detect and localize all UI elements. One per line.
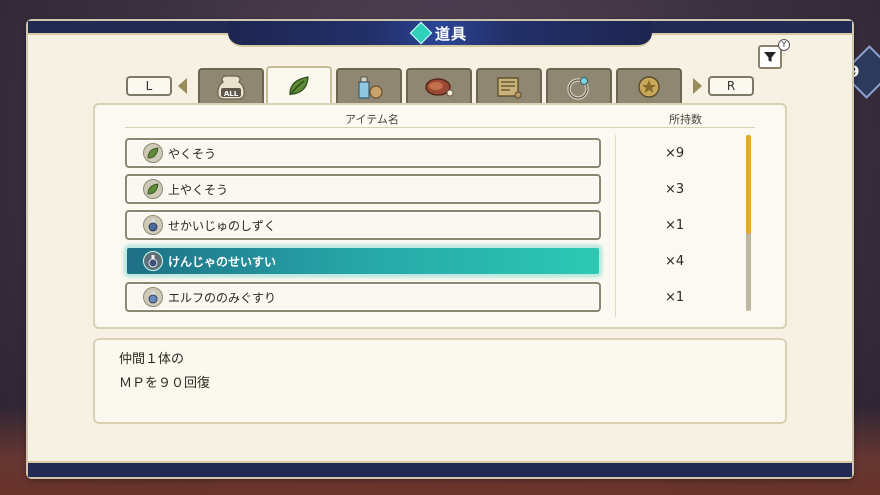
- item-name: やくそう: [168, 146, 217, 161]
- l-shoulder-button[interactable]: L: [126, 76, 172, 96]
- description-line-2: ＭＰを９０回復: [119, 376, 211, 391]
- item-row[interactable]: 上やくそう: [125, 174, 601, 204]
- leaf-icon: [143, 143, 163, 163]
- leaf-icon: [289, 76, 309, 96]
- column-divider: [615, 135, 616, 317]
- window-bottom-bar: [28, 461, 852, 477]
- scroll-icon: [497, 77, 522, 99]
- item-qty: ×1: [665, 290, 685, 305]
- gem-icon: [409, 21, 433, 45]
- flask-icon: [143, 215, 163, 235]
- potion-bottles-icon: [358, 76, 383, 99]
- item-row-selected[interactable]: けんじゃのせいすい: [125, 246, 601, 276]
- column-header-qty: 所持数: [669, 113, 702, 126]
- arrow-left-icon[interactable]: [178, 78, 187, 94]
- tab-all-label: ALL: [224, 90, 239, 98]
- description-panel: 仲間１体の ＭＰを９０回復: [93, 338, 787, 424]
- filter-icon: [764, 52, 776, 62]
- tab-scrolls[interactable]: [476, 68, 542, 104]
- item-qty: ×1: [665, 218, 685, 233]
- item-list-panel: アイテム名 所持数 やくそう ×9 上やくそう ×3 せかいじゅのしずく ×1: [93, 103, 787, 329]
- item-row[interactable]: やくそう: [125, 138, 601, 168]
- item-qty: ×3: [665, 182, 685, 197]
- tab-key-items[interactable]: [616, 68, 682, 104]
- tab-accessories[interactable]: [546, 68, 612, 104]
- arrow-right-icon[interactable]: [693, 78, 702, 94]
- item-qty: ×4: [665, 254, 685, 269]
- header-divider: [125, 127, 755, 128]
- item-qty: ×9: [665, 146, 685, 161]
- ring-icon: [567, 77, 589, 100]
- flask-icon: [143, 287, 163, 307]
- item-name: エルフののみぐすり: [168, 290, 277, 305]
- r-shoulder-button[interactable]: R: [708, 76, 754, 96]
- description-line-1: 仲間１体の: [119, 352, 185, 367]
- item-name: けんじゃのせいすい: [168, 254, 277, 269]
- all-bag-icon: ALL: [217, 75, 245, 100]
- leaf-icon: [143, 179, 163, 199]
- column-header-name: アイテム名: [345, 113, 399, 126]
- item-name: 上やくそう: [168, 182, 229, 197]
- title-plate: 道具: [228, 21, 652, 47]
- item-row[interactable]: せかいじゅのしずく: [125, 210, 601, 240]
- list-scrollbar[interactable]: [746, 135, 751, 311]
- tab-potions[interactable]: [336, 68, 402, 104]
- tab-food[interactable]: [406, 68, 472, 104]
- flask-icon: [143, 251, 163, 271]
- item-window: 道具 Y L R ALL アイテム名 所持数 やくそう ×9 上やくそう ×3 …: [28, 21, 852, 477]
- item-row[interactable]: エルフののみぐすり: [125, 282, 601, 312]
- window-title: 道具: [434, 24, 467, 43]
- item-name: せかいじゅのしずく: [168, 218, 276, 233]
- meat-icon: [425, 78, 454, 97]
- y-button-hint: Y: [778, 39, 790, 51]
- scrollbar-thumb[interactable]: [746, 135, 751, 234]
- medal-icon: [638, 76, 660, 98]
- tab-herbs[interactable]: [266, 66, 332, 104]
- tab-all[interactable]: ALL: [198, 68, 264, 104]
